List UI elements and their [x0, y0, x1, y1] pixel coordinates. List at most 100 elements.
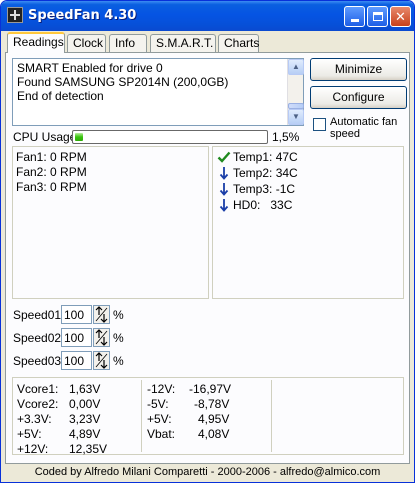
- speedfan-app-icon[interactable]: [7, 7, 23, 23]
- temp-value: 34C: [275, 166, 298, 180]
- fans-list: Fan1: 0 RPM Fan2: 0 RPM Fan3: 0 RPM: [12, 146, 209, 299]
- voltage-row: +5V: 4,95V: [147, 412, 267, 427]
- check-icon: [217, 151, 231, 163]
- voltage-name: +3.3V:: [17, 412, 52, 426]
- voltage-name: -5V:: [147, 397, 169, 411]
- minimize-icon: [350, 19, 359, 22]
- temp-row: HD0: 33C: [217, 198, 399, 214]
- tab-info[interactable]: Info: [109, 34, 147, 52]
- voltage-row: -12V: -16,97V: [147, 382, 267, 397]
- arrow-down-icon: [219, 167, 229, 180]
- voltage-value: 4,89V: [69, 427, 101, 441]
- automatic-fan-speed-label[interactable]: Automatic fan speed: [330, 116, 408, 140]
- voltage-value: -16,97V: [189, 382, 232, 396]
- minimize-window-button[interactable]: [344, 6, 365, 27]
- scroll-up-icon[interactable]: ▲: [288, 59, 304, 75]
- temp-value: 47C: [275, 150, 298, 164]
- close-window-button[interactable]: ✕: [390, 6, 411, 27]
- readings-panel: SMART Enabled for drive 0 Found SAMSUNG …: [5, 52, 410, 464]
- voltage-value: 4,95V: [198, 412, 230, 426]
- tab-charts[interactable]: Charts: [218, 34, 259, 52]
- speed01-label: Speed01:: [13, 308, 65, 322]
- title-bar[interactable]: SpeedFan 4.30 ✕: [1, 1, 414, 31]
- spin-arrows-icon: [95, 352, 108, 369]
- voltage-divider: [141, 380, 142, 452]
- temp-label: Temp3:: [233, 182, 273, 196]
- temp-label: HD0:: [233, 198, 261, 212]
- speed01-unit: %: [113, 308, 124, 322]
- temp-row: Temp2: 34C: [217, 166, 399, 182]
- temp-row: Temp3: -1C: [217, 182, 399, 198]
- voltage-name: -12V:: [147, 382, 176, 396]
- voltage-row: Vbat: 4,08V: [147, 427, 267, 442]
- log-line: End of detection: [17, 89, 104, 103]
- window-title: SpeedFan 4.30: [28, 8, 137, 23]
- voltage-value: 1,63V: [69, 382, 101, 396]
- voltage-row: +5V: 4,89V: [17, 427, 137, 442]
- voltage-row: +3.3V: 3,23V: [17, 412, 137, 427]
- log-scrollbar[interactable]: ▲ ▼: [287, 59, 304, 125]
- voltage-name: +12V:: [17, 442, 49, 456]
- voltage-value: 12,35V: [69, 442, 108, 456]
- scroll-down-icon[interactable]: ▼: [288, 109, 304, 125]
- tab-readings[interactable]: Readings: [7, 32, 65, 53]
- credits-footer: Coded by Alfredo Milani Comparetti - 200…: [34, 466, 381, 478]
- speed02-input[interactable]: 100: [61, 328, 92, 347]
- detection-log[interactable]: SMART Enabled for drive 0 Found SAMSUNG …: [12, 58, 304, 126]
- voltage-row: +12V: 12,35V: [17, 442, 137, 457]
- minimize-button[interactable]: Minimize: [310, 58, 407, 81]
- cpu-usage-progress: [72, 130, 268, 144]
- voltage-value: -8,78V: [194, 397, 230, 411]
- log-line: SMART Enabled for drive 0: [17, 61, 163, 75]
- arrow-down-icon: [219, 199, 229, 212]
- voltage-name: +5V:: [147, 412, 172, 426]
- maximize-window-button[interactable]: [367, 6, 388, 27]
- voltage-value: 4,08V: [198, 427, 230, 441]
- voltages-column-1: Vcore1: 1,63V Vcore2: 0,00V +3.3V: 3,23V +5…: [17, 382, 137, 457]
- speed02-unit: %: [113, 331, 124, 345]
- tab-smart[interactable]: S.M.A.R.T.: [150, 34, 216, 52]
- fan-reading: Fan3: 0 RPM: [16, 180, 87, 194]
- temp-label: Temp1:: [233, 150, 273, 164]
- fan-reading: Fan2: 0 RPM: [16, 165, 87, 179]
- speed01-input[interactable]: 100: [61, 305, 92, 324]
- automatic-fan-speed-checkbox[interactable]: [313, 118, 326, 131]
- speed03-unit: %: [113, 354, 124, 368]
- cpu-usage-label: CPU Usage: [13, 130, 77, 144]
- fan-reading: Fan1: 0 RPM: [16, 150, 87, 164]
- temp-label: Temp2:: [233, 166, 273, 180]
- tab-clock[interactable]: Clock: [67, 34, 106, 52]
- voltage-value: 3,23V: [69, 412, 101, 426]
- log-line: Found SAMSUNG SP2014N (200,0GB): [17, 75, 229, 89]
- speed03-input[interactable]: 100: [61, 351, 92, 370]
- cpu-usage-value: 1,5%: [272, 130, 300, 144]
- voltage-row: Vcore1: 1,63V: [17, 382, 137, 397]
- voltage-row: -5V: -8,78V: [147, 397, 267, 412]
- temp-row: Temp1: 47C: [217, 150, 399, 166]
- temp-value: 33C: [270, 198, 293, 212]
- cpu-usage-fill: [75, 133, 83, 141]
- speed03-stepper[interactable]: [93, 351, 110, 370]
- app-window: SpeedFan 4.30 ✕ Readings Clock Info S.M.…: [0, 0, 415, 483]
- spin-arrows-icon: [95, 329, 108, 346]
- voltages-column-2: -12V: -16,97V -5V: -8,78V +5V: 4,95V Vbat: 4…: [147, 382, 267, 442]
- voltage-name: Vbat:: [147, 427, 176, 441]
- voltage-divider: [271, 380, 272, 452]
- speed02-stepper[interactable]: [93, 328, 110, 347]
- voltage-name: +5V:: [17, 427, 42, 441]
- voltage-name: Vcore1:: [17, 382, 59, 396]
- voltage-name: Vcore2:: [17, 397, 59, 411]
- spin-arrows-icon: [95, 306, 108, 323]
- maximize-icon: [372, 12, 383, 21]
- voltage-row: Vcore2: 0,00V: [17, 397, 137, 412]
- speed01-stepper[interactable]: [93, 305, 110, 324]
- configure-button[interactable]: Configure: [310, 86, 407, 109]
- temperatures-list: Temp1: 47C Temp2: 34C Temp3: -1C HD0: 33…: [212, 146, 404, 299]
- arrow-down-icon: [219, 183, 229, 196]
- speed02-label: Speed02:: [13, 331, 65, 345]
- speed03-label: Speed03:: [13, 354, 65, 368]
- voltages-panel: Vcore1: 1,63V Vcore2: 0,00V +3.3V: 3,23V +5…: [12, 377, 404, 457]
- temp-value: -1C: [275, 182, 296, 196]
- voltage-value: 0,00V: [69, 397, 101, 411]
- close-icon: ✕: [395, 9, 406, 24]
